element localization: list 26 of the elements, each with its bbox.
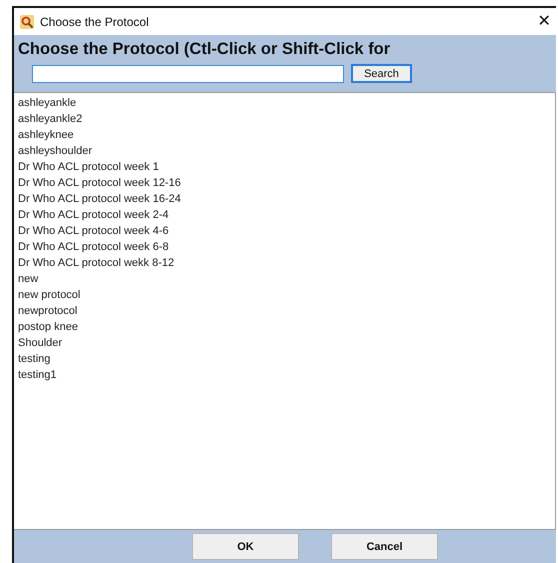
list-item[interactable]: ashleyankle <box>18 95 76 111</box>
list-item[interactable]: testing <box>18 351 50 367</box>
list-item[interactable]: ashleyknee <box>18 127 74 143</box>
list-item[interactable]: Dr Who ACL protocol week 1 <box>18 159 159 175</box>
list-item[interactable]: testing1 <box>18 367 57 383</box>
window-title: Choose the Protocol <box>40 14 150 28</box>
list-item[interactable]: Dr Who ACL protocol week 16-24 <box>18 191 181 207</box>
list-item[interactable]: Dr Who ACL protocol week 4-6 <box>18 223 169 239</box>
list-item[interactable]: newprotocol <box>18 303 78 319</box>
list-item[interactable]: Dr Who ACL protocol week 6-8 <box>18 239 169 255</box>
list-item[interactable]: ashleyshoulder <box>18 143 92 159</box>
list-item[interactable]: Dr Who ACL protocol week 12-16 <box>18 175 181 191</box>
list-item[interactable]: Dr Who ACL protocol wekk 8-12 <box>18 255 174 271</box>
list-item[interactable]: ashleyankle2 <box>18 111 82 127</box>
dialog-heading: Choose the Protocol (Ctl-Click or Shift-Click for <box>18 40 392 59</box>
dialog-button[interactable]: Cancel <box>331 533 438 560</box>
list-item[interactable]: Dr Who ACL protocol week 2-4 <box>18 207 169 223</box>
search-button[interactable]: Search <box>351 64 412 83</box>
app-icon <box>20 14 34 28</box>
list-item[interactable]: new <box>18 271 38 287</box>
list-item[interactable]: new protocol <box>18 287 80 303</box>
list-item[interactable]: Shoulder <box>18 335 62 351</box>
dialog-button[interactable]: OK <box>192 533 299 560</box>
close-button[interactable]: ✕ <box>532 14 556 30</box>
list-item[interactable]: postop knee <box>18 319 78 335</box>
search-field[interactable] <box>32 64 344 82</box>
